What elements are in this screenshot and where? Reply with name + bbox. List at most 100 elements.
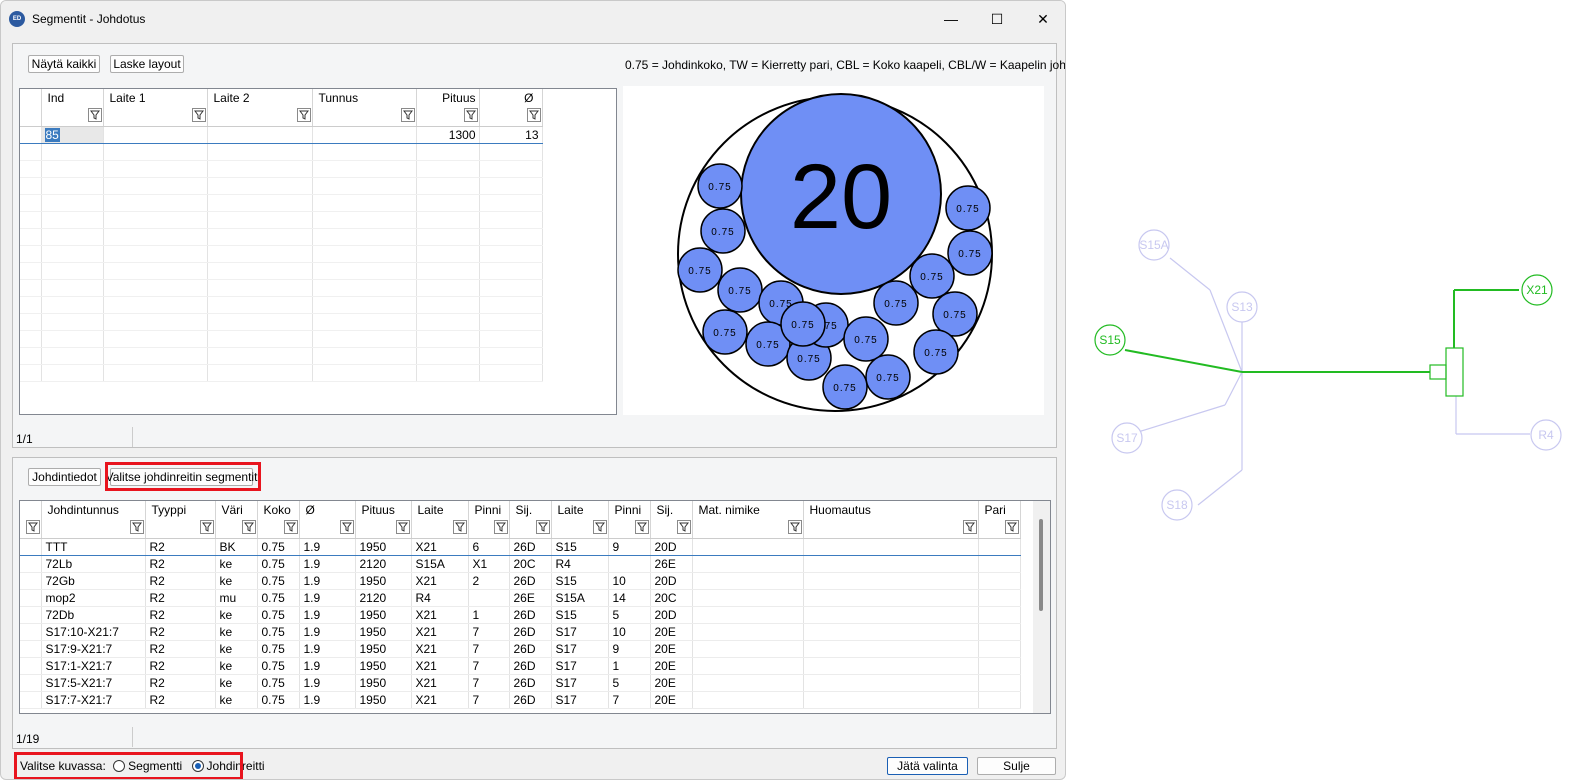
show-all-button[interactable]: Näytä kaikki xyxy=(28,55,100,73)
wire-row[interactable]: S17:9-X21:7 R2 ke 0.75 1.9 1950 X21 7 26D S17 9 20E xyxy=(20,640,1021,658)
minimize-button[interactable]: — xyxy=(928,1,974,37)
wire-col-header[interactable]: Laite xyxy=(411,501,469,518)
filter-cell[interactable] xyxy=(468,518,510,539)
wire-col-header[interactable]: Sij. xyxy=(650,501,693,518)
wire-cell: 26D xyxy=(509,572,552,590)
filter-cell[interactable] xyxy=(416,106,480,127)
wire-cell: mop2 xyxy=(41,589,146,607)
wire-cell xyxy=(978,657,1021,675)
wire-cell: 26E xyxy=(509,589,552,607)
wire-row[interactable]: TTT R2 BK 0.75 1.9 1950 X21 6 26D S15 9 20D xyxy=(20,537,1021,556)
wire-cell xyxy=(692,572,804,590)
filter-cell[interactable] xyxy=(978,518,1021,539)
filter-cell[interactable] xyxy=(803,518,979,539)
node-label: S17 xyxy=(1116,431,1138,445)
wire-cell: 10 xyxy=(608,623,651,641)
wire-scrollbar[interactable] xyxy=(1033,501,1050,713)
wire-row[interactable]: 72Lb R2 ke 0.75 1.9 2120 S15A X1 20C R4 26E xyxy=(20,555,1021,573)
wire-cell: 20D xyxy=(650,572,693,590)
wire-cell xyxy=(692,555,804,573)
diameter-value: 13 xyxy=(479,125,543,144)
wire-col-header[interactable]: Sij. xyxy=(509,501,552,518)
close-button[interactable]: ✕ xyxy=(1020,1,1065,37)
filter-cell[interactable] xyxy=(257,518,300,539)
wire-col-header[interactable]: Pinni xyxy=(468,501,510,518)
maximize-button[interactable]: ☐ xyxy=(974,1,1020,37)
filter-cell[interactable] xyxy=(355,518,412,539)
top-status: 1/1 xyxy=(16,432,33,446)
tunnus-value xyxy=(312,125,417,144)
col-pituus[interactable]: Pituus xyxy=(416,89,480,106)
row-header xyxy=(20,501,42,518)
wire-cell: S17 xyxy=(551,657,609,675)
wire-cell xyxy=(803,640,979,658)
wire-cell: ke xyxy=(215,623,258,641)
filter-cell[interactable] xyxy=(145,518,216,539)
filter-cell[interactable] xyxy=(103,106,208,127)
filter-cell[interactable] xyxy=(41,106,104,127)
wire-col-header[interactable]: Johdintunnus xyxy=(41,501,146,518)
col-tunnus[interactable]: Tunnus xyxy=(312,89,417,106)
col-ind[interactable]: Ind xyxy=(41,89,104,106)
wire-cell: 1.9 xyxy=(299,640,356,658)
wire-row[interactable]: mop2 R2 mu 0.75 1.9 2120 R4 26E S15A 14 20C xyxy=(20,589,1021,607)
filter-cell[interactable] xyxy=(41,518,146,539)
wire-cell: 1.9 xyxy=(299,657,356,675)
wire-cell: ke xyxy=(215,674,258,692)
col-laite2[interactable]: Laite 2 xyxy=(207,89,313,106)
wire-cell xyxy=(803,657,979,675)
window-title: Segmentit - Johdotus xyxy=(32,12,146,26)
filter-cell[interactable] xyxy=(207,106,313,127)
segment-row[interactable]: 85 1300 13 xyxy=(20,125,543,144)
col-laite1[interactable]: Laite 1 xyxy=(103,89,208,106)
wire-size-label: 0.75 xyxy=(728,286,751,297)
wire-size-label: 0.75 xyxy=(711,227,734,238)
wire-col-header[interactable]: Koko xyxy=(257,501,300,518)
wire-col-header[interactable]: Tyyppi xyxy=(145,501,216,518)
wire-col-header[interactable]: Huomautus xyxy=(803,501,979,518)
filter-cell[interactable] xyxy=(551,518,609,539)
wire-col-header[interactable]: Pari xyxy=(978,501,1021,518)
filter-cell[interactable] xyxy=(299,518,356,539)
wire-cell: S15A xyxy=(551,589,609,607)
filter-cell[interactable] xyxy=(411,518,469,539)
wire-col-header[interactable]: Ø xyxy=(299,501,356,518)
filter-cell[interactable] xyxy=(692,518,804,539)
filter-cell[interactable] xyxy=(650,518,693,539)
wire-cell: 9 xyxy=(608,640,651,658)
wire-cell: 0.75 xyxy=(257,674,300,692)
filter-cell[interactable] xyxy=(20,518,42,539)
wire-col-header[interactable]: Pinni xyxy=(608,501,651,518)
wire-row[interactable]: S17:10-X21:7 R2 ke 0.75 1.9 1950 X21 7 26D S17 10 2… xyxy=(20,623,1021,641)
wire-row[interactable]: S17:5-X21:7 R2 ke 0.75 1.9 1950 X21 7 26D S17 5 20E xyxy=(20,674,1021,692)
wire-size-label: 0.75 xyxy=(688,266,711,277)
wire-row[interactable]: S17:1-X21:7 R2 ke 0.75 1.9 1950 X21 7 26D S17 1 20E xyxy=(20,657,1021,675)
wire-cell xyxy=(978,674,1021,692)
filter-cell[interactable] xyxy=(608,518,651,539)
leave-selection-button[interactable]: Jätä valinta xyxy=(887,757,968,775)
wire-row[interactable]: 72Gb R2 ke 0.75 1.9 1950 X21 2 26D S15 10 20D xyxy=(20,572,1021,590)
wire-row[interactable]: 72Db R2 ke 0.75 1.9 1950 X21 1 26D S15 5 20D xyxy=(20,606,1021,624)
wire-cell: 7 xyxy=(468,623,510,641)
wire-col-header[interactable]: Pituus xyxy=(355,501,412,518)
wire-cell: S15 xyxy=(551,606,609,624)
close-dialog-button[interactable]: Sulje xyxy=(977,757,1056,775)
wire-col-header[interactable]: Mat. nimike xyxy=(692,501,804,518)
wire-cell: 0.75 xyxy=(257,657,300,675)
highlight-box-footer xyxy=(14,752,243,779)
scroll-thumb[interactable] xyxy=(1039,519,1043,611)
filter-cell[interactable] xyxy=(215,518,258,539)
wire-cell: R2 xyxy=(145,657,216,675)
wire-cell: 0.75 xyxy=(257,623,300,641)
calc-layout-button[interactable]: Laske layout xyxy=(110,55,184,73)
col-diameter[interactable]: Ø xyxy=(479,89,543,106)
wire-cell xyxy=(803,589,979,607)
wire-cell: 0.75 xyxy=(257,537,300,556)
wire-col-header[interactable]: Laite xyxy=(551,501,609,518)
wire-row[interactable]: S17:7-X21:7 R2 ke 0.75 1.9 1950 X21 7 26D S17 7 20E xyxy=(20,691,1021,709)
wire-col-header[interactable]: Väri xyxy=(215,501,258,518)
filter-cell[interactable] xyxy=(312,106,417,127)
tab-wire-info[interactable]: Johdintiedot xyxy=(28,468,101,486)
filter-cell[interactable] xyxy=(509,518,552,539)
filter-cell[interactable] xyxy=(479,106,543,127)
